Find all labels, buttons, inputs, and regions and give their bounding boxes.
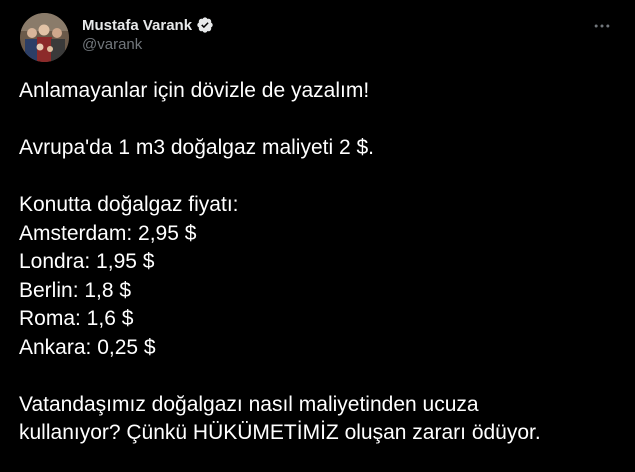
price-line-berlin: Berlin: 1,8 $	[19, 278, 132, 302]
tweet-closing-line-1: Vatandaşımız doğalgazı nasıl maliyetinde…	[19, 392, 479, 416]
author-display-name[interactable]: Mustafa Varank	[82, 17, 192, 34]
author-name-row: Mustafa Varank	[82, 15, 214, 35]
verified-badge-icon	[196, 16, 214, 34]
price-line-roma: Roma: 1,6 $	[19, 307, 134, 330]
author-handle[interactable]: @varank	[82, 36, 142, 53]
tweet-europe-cost: Avrupa'da 1 m3 doğalgaz maliyeti 2 $.	[19, 136, 375, 159]
tweet-closing-line-2: kullanıyor? Çünkü HÜKÜMETİMİZ oluşan zar…	[19, 421, 541, 444]
tweet-text: Anlamayanlar için dövizle de yazalım! Av…	[19, 77, 629, 448]
tweet-price-heading: Konutta doğalgaz fiyatı:	[19, 193, 239, 216]
price-line-ankara: Ankara: 0,25 $	[19, 335, 156, 359]
tweet: Mustafa Varank @varank Anlamayanlar için…	[0, 0, 635, 472]
more-options-icon[interactable]	[588, 12, 616, 40]
price-line-amsterdam: Amsterdam: 2,95 $	[19, 221, 197, 245]
avatar[interactable]	[20, 13, 69, 62]
price-line-londra: Londra: 1,95 $	[19, 250, 155, 273]
tweet-intro: Anlamayanlar için dövizle de yazalım!	[19, 79, 370, 102]
